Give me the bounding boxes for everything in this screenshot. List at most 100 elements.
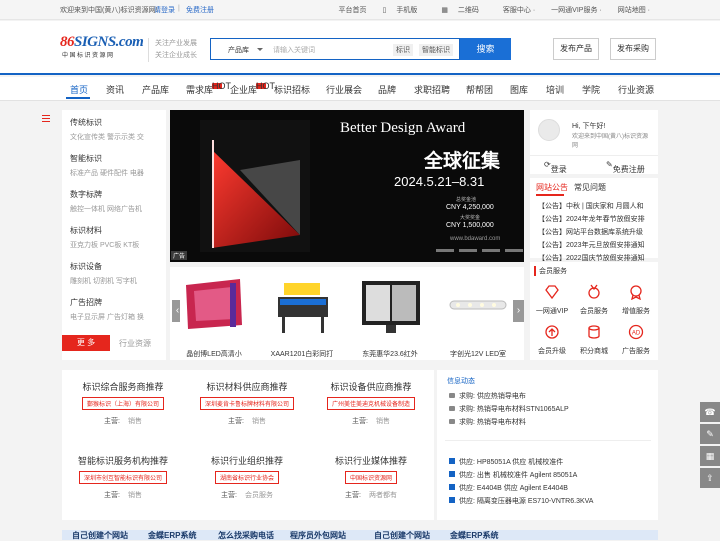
category-group[interactable]: 智能标识 标准产品 硬件配件 电器	[70, 153, 144, 178]
chevron-down-icon	[257, 48, 263, 51]
user-register-button[interactable]: ✎ 免费注册	[606, 160, 645, 174]
bottom-ad-link[interactable]: 程序员外包网站	[290, 530, 346, 541]
member-service-item[interactable]: 会员服务	[574, 284, 614, 316]
bottom-ad-link[interactable]: 金蝶ERP系统	[148, 530, 196, 541]
banner-graphic	[200, 120, 310, 252]
welcome-text: 欢迎来到中国(黄八)标识资源网!	[60, 7, 158, 14]
nav-item-resources[interactable]: 行业资源	[618, 83, 654, 96]
search-input[interactable]: 请输入关键词	[273, 45, 315, 55]
share-icon[interactable]: ⇪	[700, 468, 720, 488]
product-carousel: ‹ 晶创博LED高清小 XAAR1201白彩同打 东莞惠华23.6红外 字创光1…	[170, 267, 524, 360]
publish-product-button[interactable]: 发布产品	[553, 38, 599, 60]
publish-purchase-button[interactable]: 发布采购	[610, 38, 656, 60]
notice-item[interactable]: 【公告】2024年龙年春节放假安排	[538, 213, 645, 226]
carousel-dot[interactable]	[459, 249, 477, 252]
notice-item[interactable]: 【公告】2023年元旦放假安排通知	[538, 239, 645, 252]
product-card[interactable]: 晶创博LED高清小	[180, 273, 252, 359]
demand-item[interactable]: 求购: 供应热销导电布	[449, 390, 569, 403]
points-mall-item[interactable]: 积分商城	[574, 324, 614, 356]
separator: |	[178, 5, 180, 12]
member-services-title: 会员服务	[534, 266, 567, 276]
bottom-ad-link[interactable]: 金蝶ERP系统	[450, 530, 498, 541]
top-link-home[interactable]: 平台首页	[331, 5, 375, 15]
login-link[interactable]: 请登录	[154, 5, 175, 15]
nav-item-news[interactable]: 资讯	[106, 83, 124, 96]
badge-icon	[630, 285, 642, 301]
reco-column[interactable]: 标识行业媒体推荐 中国标识资源网 主营: 两者都有	[310, 454, 432, 500]
nav-item-exhibitions[interactable]: 行业展会	[326, 83, 362, 96]
top-link-vip[interactable]: 一网通VIP服务 ·	[543, 5, 610, 15]
bottom-ad-link[interactable]: 自己创建个网站	[72, 530, 128, 541]
reco-column[interactable]: 标识材料供应商推荐 深圳麦肯卡鲁标牌材料有限公司 主营: 销售	[186, 380, 308, 426]
member-upgrade-item[interactable]: 会员升级	[532, 324, 572, 356]
reco-column[interactable]: 智能标识服务机构推荐 深圳市创互智能标识有限公司 主营: 销售	[62, 454, 184, 500]
product-card[interactable]: 字创光12V LED室	[444, 273, 516, 359]
carousel-dot[interactable]	[505, 249, 523, 252]
medal-icon	[588, 284, 600, 299]
search-tag-smart-signs[interactable]: 智能标识	[419, 44, 453, 56]
feedback-icon[interactable]: ✎	[700, 424, 720, 444]
carousel-dot[interactable]	[436, 249, 454, 252]
reco-column[interactable]: 标识行业组织推荐 湖南省标识行业协会 主营: 会员服务	[186, 454, 308, 500]
reco-column[interactable]: 标识综合服务商推荐 鄞猴标识（上海）有限公司 主营: 销售	[62, 380, 184, 426]
nav-item-tenders[interactable]: 标识招标	[274, 83, 310, 96]
reco-column[interactable]: 标识设备供应商推荐 广州美佳美迪克机械设备制造 主营: 销售	[310, 380, 432, 426]
nav-item-jobs[interactable]: 求职招聘	[414, 83, 450, 96]
category-group[interactable]: 广告招牌 电子显示屏 广告灯箱 换	[70, 297, 144, 322]
nav-item-academy[interactable]: 学院	[582, 83, 600, 96]
qrcode-icon[interactable]: ▦	[700, 446, 720, 466]
search-button[interactable]: 搜索	[460, 38, 511, 60]
category-group[interactable]: 标识材料 亚克力板 PVC板 KT板	[70, 225, 139, 250]
product-card[interactable]: 东莞惠华23.6红外	[356, 273, 428, 359]
nav-item-home[interactable]: 首页	[70, 83, 88, 96]
top-link-sitemap[interactable]: 网站地图 ·	[610, 5, 658, 15]
top-link-service[interactable]: 客服中心 ·	[495, 5, 543, 15]
demand-item[interactable]: 求购: 热销导电布材料	[449, 416, 569, 429]
search-box: 产品库 请输入关键词 标识 智能标识	[210, 38, 460, 60]
tab-site-notice[interactable]: 网站公告	[536, 182, 568, 193]
carousel-dot[interactable]	[482, 249, 500, 252]
nav-item-help[interactable]: 帮帮团	[466, 83, 493, 96]
tab-faq[interactable]: 常见问题	[574, 182, 606, 193]
product-image	[356, 273, 424, 339]
bottom-ad-link[interactable]: 怎么找采购电话	[218, 530, 274, 541]
search-tag-signs[interactable]: 标识	[393, 44, 413, 56]
hero-banner[interactable]: Better Design Award 全球征集 2024.5.21–8.31 …	[170, 110, 524, 262]
user-login-button[interactable]: ⟳ 登录	[544, 160, 567, 174]
diamond-icon	[545, 285, 559, 300]
register-link[interactable]: 免费注册	[186, 5, 214, 15]
nav-item-demands[interactable]: 需求库	[186, 83, 213, 96]
headset-icon[interactable]: ☎	[700, 402, 720, 422]
nav-item-brands[interactable]: 品牌	[378, 83, 396, 96]
nav-item-products[interactable]: 产品库	[142, 83, 169, 96]
bottom-ad-link[interactable]: 自己创建个网站	[374, 530, 430, 541]
nav-item-gallery[interactable]: 图库	[510, 83, 528, 96]
site-logo[interactable]: 86SIGNS.com 中国标识资源网	[60, 34, 144, 62]
industry-resources-link[interactable]: 行业资源	[119, 338, 151, 349]
value-added-service-item[interactable]: 增值服务	[616, 284, 656, 316]
category-group[interactable]: 数字标牌 触控一体机 网络广告机	[70, 189, 142, 214]
notice-item[interactable]: 【公告】网站平台数据库系统升级	[538, 226, 645, 239]
top-link-qrcode[interactable]: ▦ 二维码	[433, 5, 495, 15]
product-image	[444, 273, 512, 339]
info-title: 信息动态	[447, 378, 475, 385]
supply-item[interactable]: 供应: 出售 机械校准件 Agilent 85051A	[449, 469, 593, 482]
nav-item-companies[interactable]: 企业库	[230, 83, 257, 96]
top-link-mobile[interactable]: ▯ 手机版	[375, 5, 434, 15]
product-card[interactable]: XAAR1201白彩同打	[268, 273, 340, 359]
notice-item[interactable]: 【公告】中秋 | 国庆家和 月圆人和	[538, 200, 645, 213]
menu-icon	[42, 115, 54, 125]
more-categories-button[interactable]: 更 多	[62, 335, 110, 351]
supply-item[interactable]: 供应: HP85051A 供应 机械校准件	[449, 456, 593, 469]
supply-item[interactable]: 供应: 隔离变压器电源 ES710-VNTR6.3KVA	[449, 495, 593, 508]
nav-item-training[interactable]: 培训	[546, 83, 564, 96]
search-category-select[interactable]: 产品库	[228, 45, 249, 55]
category-group[interactable]: 传统标识 文化宣传类 警示示类 交	[70, 117, 144, 142]
category-group[interactable]: 标识设备 雕刻机 切割机 写字机	[70, 261, 137, 286]
ad-label: 广告	[171, 251, 188, 260]
vip-service-item[interactable]: 一网通VIP	[532, 284, 572, 316]
demand-item[interactable]: 求购: 热销导电布材料STN1065ALP	[449, 403, 569, 416]
ad-service-item[interactable]: AD 广告服务	[616, 324, 656, 356]
chevron-right-icon[interactable]: ›	[513, 300, 524, 322]
supply-item[interactable]: 供应: E4404B 供应 Agilent E4404B	[449, 482, 593, 495]
